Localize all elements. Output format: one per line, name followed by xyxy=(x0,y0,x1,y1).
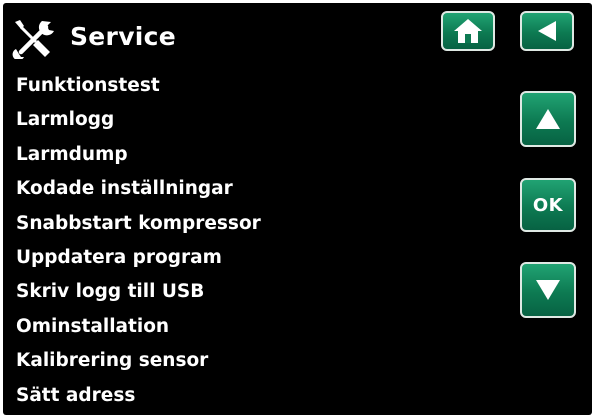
menu-item-kalibrering-sensor[interactable]: Kalibrering sensor xyxy=(16,346,261,380)
menu-item-ominstallation[interactable]: Ominstallation xyxy=(16,312,261,346)
ok-label: OK xyxy=(532,194,564,216)
menu-item-kodade-installningar[interactable]: Kodade inställningar xyxy=(16,174,261,208)
home-icon xyxy=(454,19,482,43)
arrow-up-icon xyxy=(536,109,560,129)
menu-item-snabbstart-kompressor[interactable]: Snabbstart kompressor xyxy=(16,209,261,243)
back-arrow-icon xyxy=(538,21,556,41)
menu-item-skriv-logg-till-usb[interactable]: Skriv logg till USB xyxy=(16,277,261,311)
arrow-down-icon xyxy=(536,280,560,300)
display-screen: Service Funktionstest Larmlogg Larmdump … xyxy=(3,3,592,415)
menu-item-satt-adress[interactable]: Sätt adress xyxy=(16,381,261,415)
home-button[interactable] xyxy=(441,11,495,51)
scroll-down-button[interactable] xyxy=(520,262,576,318)
service-menu: Funktionstest Larmlogg Larmdump Kodade i… xyxy=(16,71,261,415)
menu-item-funktionstest[interactable]: Funktionstest xyxy=(16,71,261,105)
menu-item-larmlogg[interactable]: Larmlogg xyxy=(16,105,261,139)
scroll-up-button[interactable] xyxy=(520,91,576,147)
menu-item-uppdatera-program[interactable]: Uppdatera program xyxy=(16,243,261,277)
menu-item-larmdump[interactable]: Larmdump xyxy=(16,140,261,174)
page-title: Service xyxy=(70,22,177,51)
back-button[interactable] xyxy=(520,11,574,51)
ok-button[interactable]: OK xyxy=(520,178,576,232)
wrench-screwdriver-icon xyxy=(12,20,54,59)
header: Service xyxy=(3,3,592,67)
